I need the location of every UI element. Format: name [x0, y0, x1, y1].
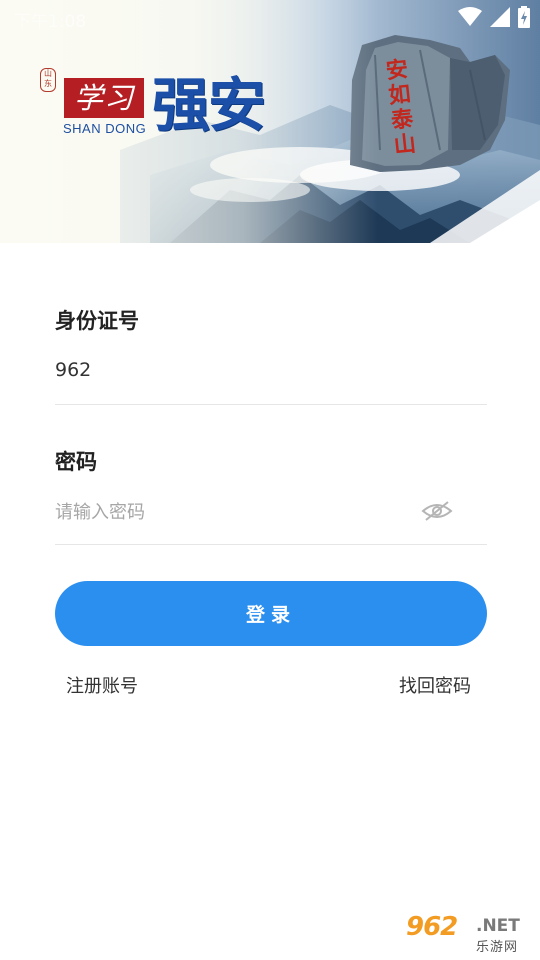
- watermark-number: 962: [406, 912, 458, 942]
- divider: [55, 544, 487, 545]
- status-time: 下午1:08: [14, 12, 87, 32]
- battery-charging-icon: [518, 6, 530, 28]
- logo-qiangan-text: 强安: [152, 71, 266, 139]
- wifi-icon: [458, 7, 482, 26]
- id-number-label: 身份证号: [55, 309, 139, 333]
- id-number-input[interactable]: 962: [55, 359, 91, 381]
- signal-icon: [490, 7, 510, 27]
- password-label: 密码: [55, 450, 97, 474]
- watermark-domain: .NET: [476, 916, 520, 936]
- divider: [55, 404, 487, 405]
- login-button[interactable]: 登录: [55, 581, 487, 646]
- register-link[interactable]: 注册账号: [66, 672, 138, 698]
- site-watermark: 962 .NET 乐游网: [400, 912, 534, 956]
- forgot-password-link[interactable]: 找回密码: [399, 672, 471, 698]
- watermark-site-name: 乐游网: [476, 940, 519, 955]
- header-banner: 下午1:08 山东 学习 SHAN DONG 强安 安如泰山: [0, 0, 540, 243]
- status-bar: 下午1:08: [0, 0, 540, 34]
- eye-hidden-icon: [421, 501, 453, 521]
- password-input[interactable]: [55, 495, 415, 529]
- password-visibility-toggle[interactable]: [420, 498, 454, 524]
- logo-shandong-text: SHAN DONG: [63, 121, 147, 136]
- logo-seal: 山东: [40, 68, 56, 92]
- logo-study-text: 学习: [64, 78, 144, 118]
